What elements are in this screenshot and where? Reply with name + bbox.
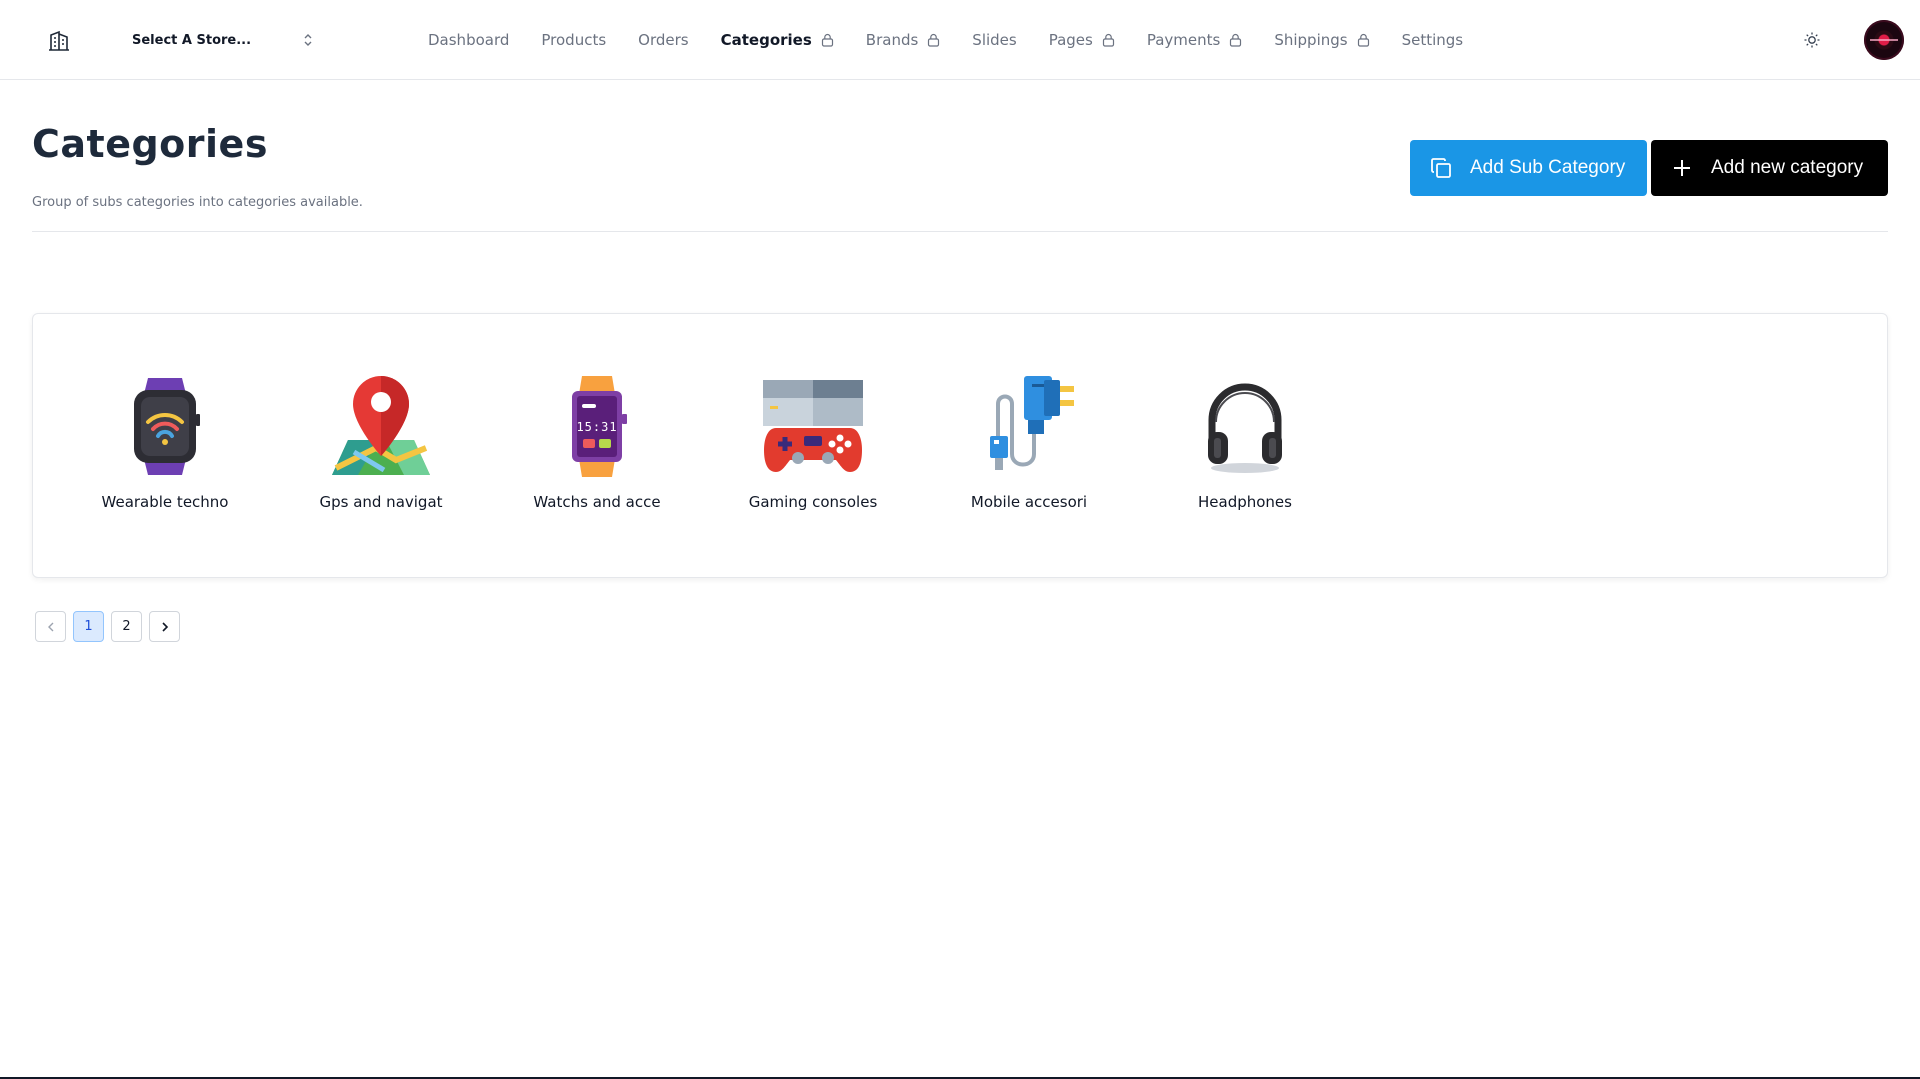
add-sub-category-button[interactable]: Add Sub Category [1410,140,1647,196]
header-divider [32,231,1888,232]
store-selector-label: Select A Store... [132,32,252,48]
nav-products[interactable]: Products [541,31,606,49]
page-button-2[interactable]: 2 [111,611,142,642]
page-button-1[interactable]: 1 [73,611,104,642]
next-page-button[interactable] [149,611,180,642]
nav-label: Dashboard [428,31,510,49]
nav-shippings[interactable]: Shippings [1274,31,1369,49]
lock-icon [1102,33,1114,47]
nav-dashboard[interactable]: Dashboard [428,31,509,49]
sun-icon[interactable] [1802,30,1822,50]
store-icon[interactable] [47,29,71,53]
nav-label: Brands [865,31,919,49]
category-name: Watchs and acce [533,493,661,511]
smartwatch-wifi-icon [134,378,200,475]
main-navigation: Dashboard Products Orders Categories Bra… [428,0,1495,80]
add-new-category-button[interactable]: Add new category [1651,140,1888,196]
nav-label: Categories [720,31,812,49]
nav-brands[interactable]: Brands [866,31,941,49]
copy-icon [1428,155,1454,181]
nav-settings[interactable]: Settings [1402,31,1464,49]
previous-page-button[interactable] [35,611,66,642]
map-pin-icon [332,376,430,475]
chevron-right-icon [161,621,168,632]
category-name: Gps and navigat [319,493,443,511]
headphones-icon [1208,383,1282,473]
nav-pages[interactable]: Pages [1049,31,1115,49]
nav-label: Slides [972,31,1017,49]
nav-label: Pages [1048,31,1093,49]
game-console-icon [763,380,863,472]
category-name: Gaming consoles [748,493,878,511]
nav-payments[interactable]: Payments [1147,31,1242,49]
nav-label: Payments [1146,31,1221,49]
plus-icon [1669,155,1695,181]
nav-label: Products [541,31,607,49]
nav-label: Orders [638,31,689,49]
page-subtitle: Group of subs categories into categories… [32,195,363,210]
pagination: 1 2 [35,611,187,642]
categories-card: Wearable techno Gps and navigat 15:31 Wa… [32,313,1888,578]
category-item[interactable]: Headphones [1155,374,1335,534]
top-navigation-bar: Select A Store... Dashboard Products Ord… [0,0,1920,80]
category-name: Mobile accesori [970,493,1088,511]
user-avatar[interactable] [1864,20,1904,60]
category-item[interactable]: 15:31 Watchs and acce [507,374,687,534]
nav-label: Settings [1401,31,1464,49]
lock-icon [928,33,940,47]
nav-label: Shippings [1274,31,1348,49]
chevron-left-icon [47,622,53,631]
category-item[interactable]: Gaming consoles [723,374,903,534]
nav-categories[interactable]: Categories [721,31,834,49]
lock-icon [1230,33,1242,47]
store-selector[interactable]: Select A Store... [120,22,320,58]
svg-text:15:31: 15:31 [576,420,617,434]
chevron-up-down-icon [304,34,312,46]
lock-icon [821,33,833,47]
category-item[interactable]: Wearable techno [75,374,255,534]
add-sub-category-label: Add Sub Category [1470,157,1626,178]
digital-watch-icon: 15:31 [572,376,627,477]
charger-icon [990,376,1074,470]
page-title: Categories [32,122,268,166]
category-item[interactable]: Gps and navigat [291,374,471,534]
nav-orders[interactable]: Orders [638,31,688,49]
category-name: Headphones [1198,493,1292,511]
nav-slides[interactable]: Slides [972,31,1016,49]
add-new-category-label: Add new category [1711,157,1864,178]
category-name: Wearable techno [101,493,229,511]
lock-icon [1357,33,1369,47]
category-item[interactable]: Mobile accesori [939,374,1119,534]
